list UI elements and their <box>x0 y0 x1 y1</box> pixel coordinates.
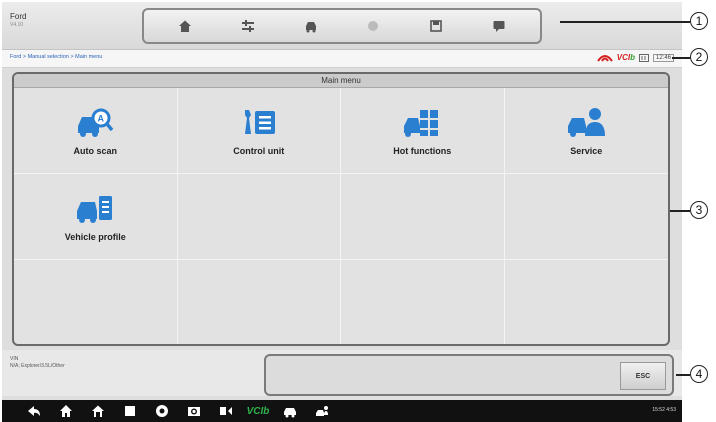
menu-label: Vehicle profile <box>64 231 126 242</box>
menu-empty-cell <box>178 260 341 344</box>
make-label: Ford <box>10 12 27 21</box>
vehicle-swap-icon <box>241 20 254 32</box>
control-unit-icon <box>244 109 275 134</box>
vin-label: VIN <box>10 356 19 362</box>
android-navigation-bar: VCIb 15:52 4:53 <box>2 400 682 422</box>
menu-empty-cell <box>341 260 505 344</box>
display-toggle-icon <box>220 407 232 415</box>
esc-button[interactable]: ESC <box>620 362 666 390</box>
home-outline-icon <box>92 405 104 417</box>
menu-label: Service <box>570 145 603 156</box>
menu-empty-cell <box>177 174 341 260</box>
back-icon <box>28 406 40 416</box>
vci-manager-label: VCIb <box>247 406 270 417</box>
home-icon <box>179 20 192 32</box>
home-button[interactable] <box>172 15 198 37</box>
chrome-button[interactable] <box>146 400 178 422</box>
display-button[interactable] <box>210 400 242 422</box>
service-icon <box>568 107 606 137</box>
recent-apps-icon <box>125 406 135 416</box>
device-screen: Ford V4.10 Ford > Manual selection > Mai… <box>2 2 682 422</box>
screenshot-icon <box>368 21 379 31</box>
maxisys-home-button[interactable] <box>50 400 82 422</box>
save-icon <box>430 20 442 32</box>
callout-2: 2 <box>690 48 708 66</box>
vci-suffix: b <box>630 53 635 62</box>
system-status: 15:52 4:53 <box>652 407 676 413</box>
menu-empty-cell <box>14 260 178 344</box>
auto-vin-button[interactable] <box>274 400 306 422</box>
status-icons: VCIb 12:46 <box>596 53 674 62</box>
battery-icon <box>638 53 649 62</box>
shop-manager-button[interactable] <box>306 400 338 422</box>
car-front-icon <box>305 22 316 33</box>
menu-empty-cell <box>504 174 668 260</box>
callout-4: 4 <box>690 365 708 383</box>
vci-nav-label: VCI <box>246 405 264 417</box>
menu-item-auto-scan[interactable]: A Auto scan <box>14 88 178 174</box>
screenshot-button[interactable] <box>360 15 386 37</box>
recent-apps-button[interactable] <box>114 400 146 422</box>
back-button[interactable] <box>18 400 50 422</box>
camera-icon <box>188 407 200 416</box>
auto-scan-icon: A <box>78 108 114 137</box>
browser-icon <box>156 405 168 417</box>
info-panel: VIN N/A; Explorer/3.5L/Other ESC <box>2 350 682 396</box>
car-icon <box>284 408 296 418</box>
main-menu-panel: Main menu A Auto scan Control unit Hot f… <box>12 72 670 346</box>
callout-1: 1 <box>690 12 708 30</box>
callout-leader-4 <box>676 374 690 376</box>
maxisys-home-icon <box>60 405 72 417</box>
menu-grid: A Auto scan Control unit Hot functions S… <box>14 88 669 344</box>
datalogging-button[interactable] <box>486 15 512 37</box>
menu-label: Hot functions <box>393 145 452 156</box>
vehicle-profile-icon <box>77 195 113 223</box>
vehicle-swap-button[interactable] <box>235 15 261 37</box>
menu-item-control-unit[interactable]: Control unit <box>177 88 341 174</box>
vci-nav-suffix: b <box>263 405 270 417</box>
svg-text:A: A <box>98 113 105 123</box>
camera-button[interactable] <box>178 400 210 422</box>
toolbar <box>142 8 542 44</box>
menu-item-service[interactable]: Service <box>504 88 668 174</box>
vci-label: VCI <box>616 53 631 62</box>
user-car-icon <box>316 406 328 416</box>
menu-empty-cell <box>341 174 505 260</box>
menu-empty-cell <box>505 260 669 344</box>
callout-leader-2 <box>672 57 690 59</box>
breadcrumb[interactable]: Ford > Manual selection > Main menu <box>10 54 102 60</box>
vci-signal-icon <box>596 55 613 62</box>
version-label: V4.10 <box>10 22 24 28</box>
save-button[interactable] <box>423 15 449 37</box>
vehicle-make: Ford V4.10 <box>10 12 26 30</box>
android-home-button[interactable] <box>82 400 114 422</box>
hot-functions-icon <box>404 109 439 137</box>
top-toolbar-bar: Ford V4.10 <box>2 2 682 50</box>
main-menu-title: Main menu <box>14 74 668 88</box>
car-front-button[interactable] <box>298 15 324 37</box>
menu-item-hot-functions[interactable]: Hot functions <box>341 88 505 174</box>
menu-label: Control unit <box>233 145 285 156</box>
function-button-area: ESC <box>264 354 674 396</box>
vci-manager-button[interactable]: VCIb <box>242 400 274 422</box>
callout-3: 3 <box>690 201 708 219</box>
callout-leader-1 <box>560 21 690 23</box>
vci-status: VCIb <box>617 53 635 62</box>
vehicle-info: VIN N/A; Explorer/3.5L/Other <box>10 356 65 370</box>
breadcrumb-bar: Ford > Manual selection > Main menu VCIb… <box>2 50 682 68</box>
clock: 12:46 <box>652 53 674 62</box>
menu-label: Auto scan <box>73 145 117 156</box>
figure: Ford V4.10 Ford > Manual selection > Mai… <box>0 0 716 422</box>
datalogging-icon <box>493 21 505 32</box>
callout-leader-3 <box>670 210 690 212</box>
vehicle-description: N/A; Explorer/3.5L/Other <box>10 363 65 369</box>
menu-item-vehicle-profile[interactable]: Vehicle profile <box>14 174 178 260</box>
